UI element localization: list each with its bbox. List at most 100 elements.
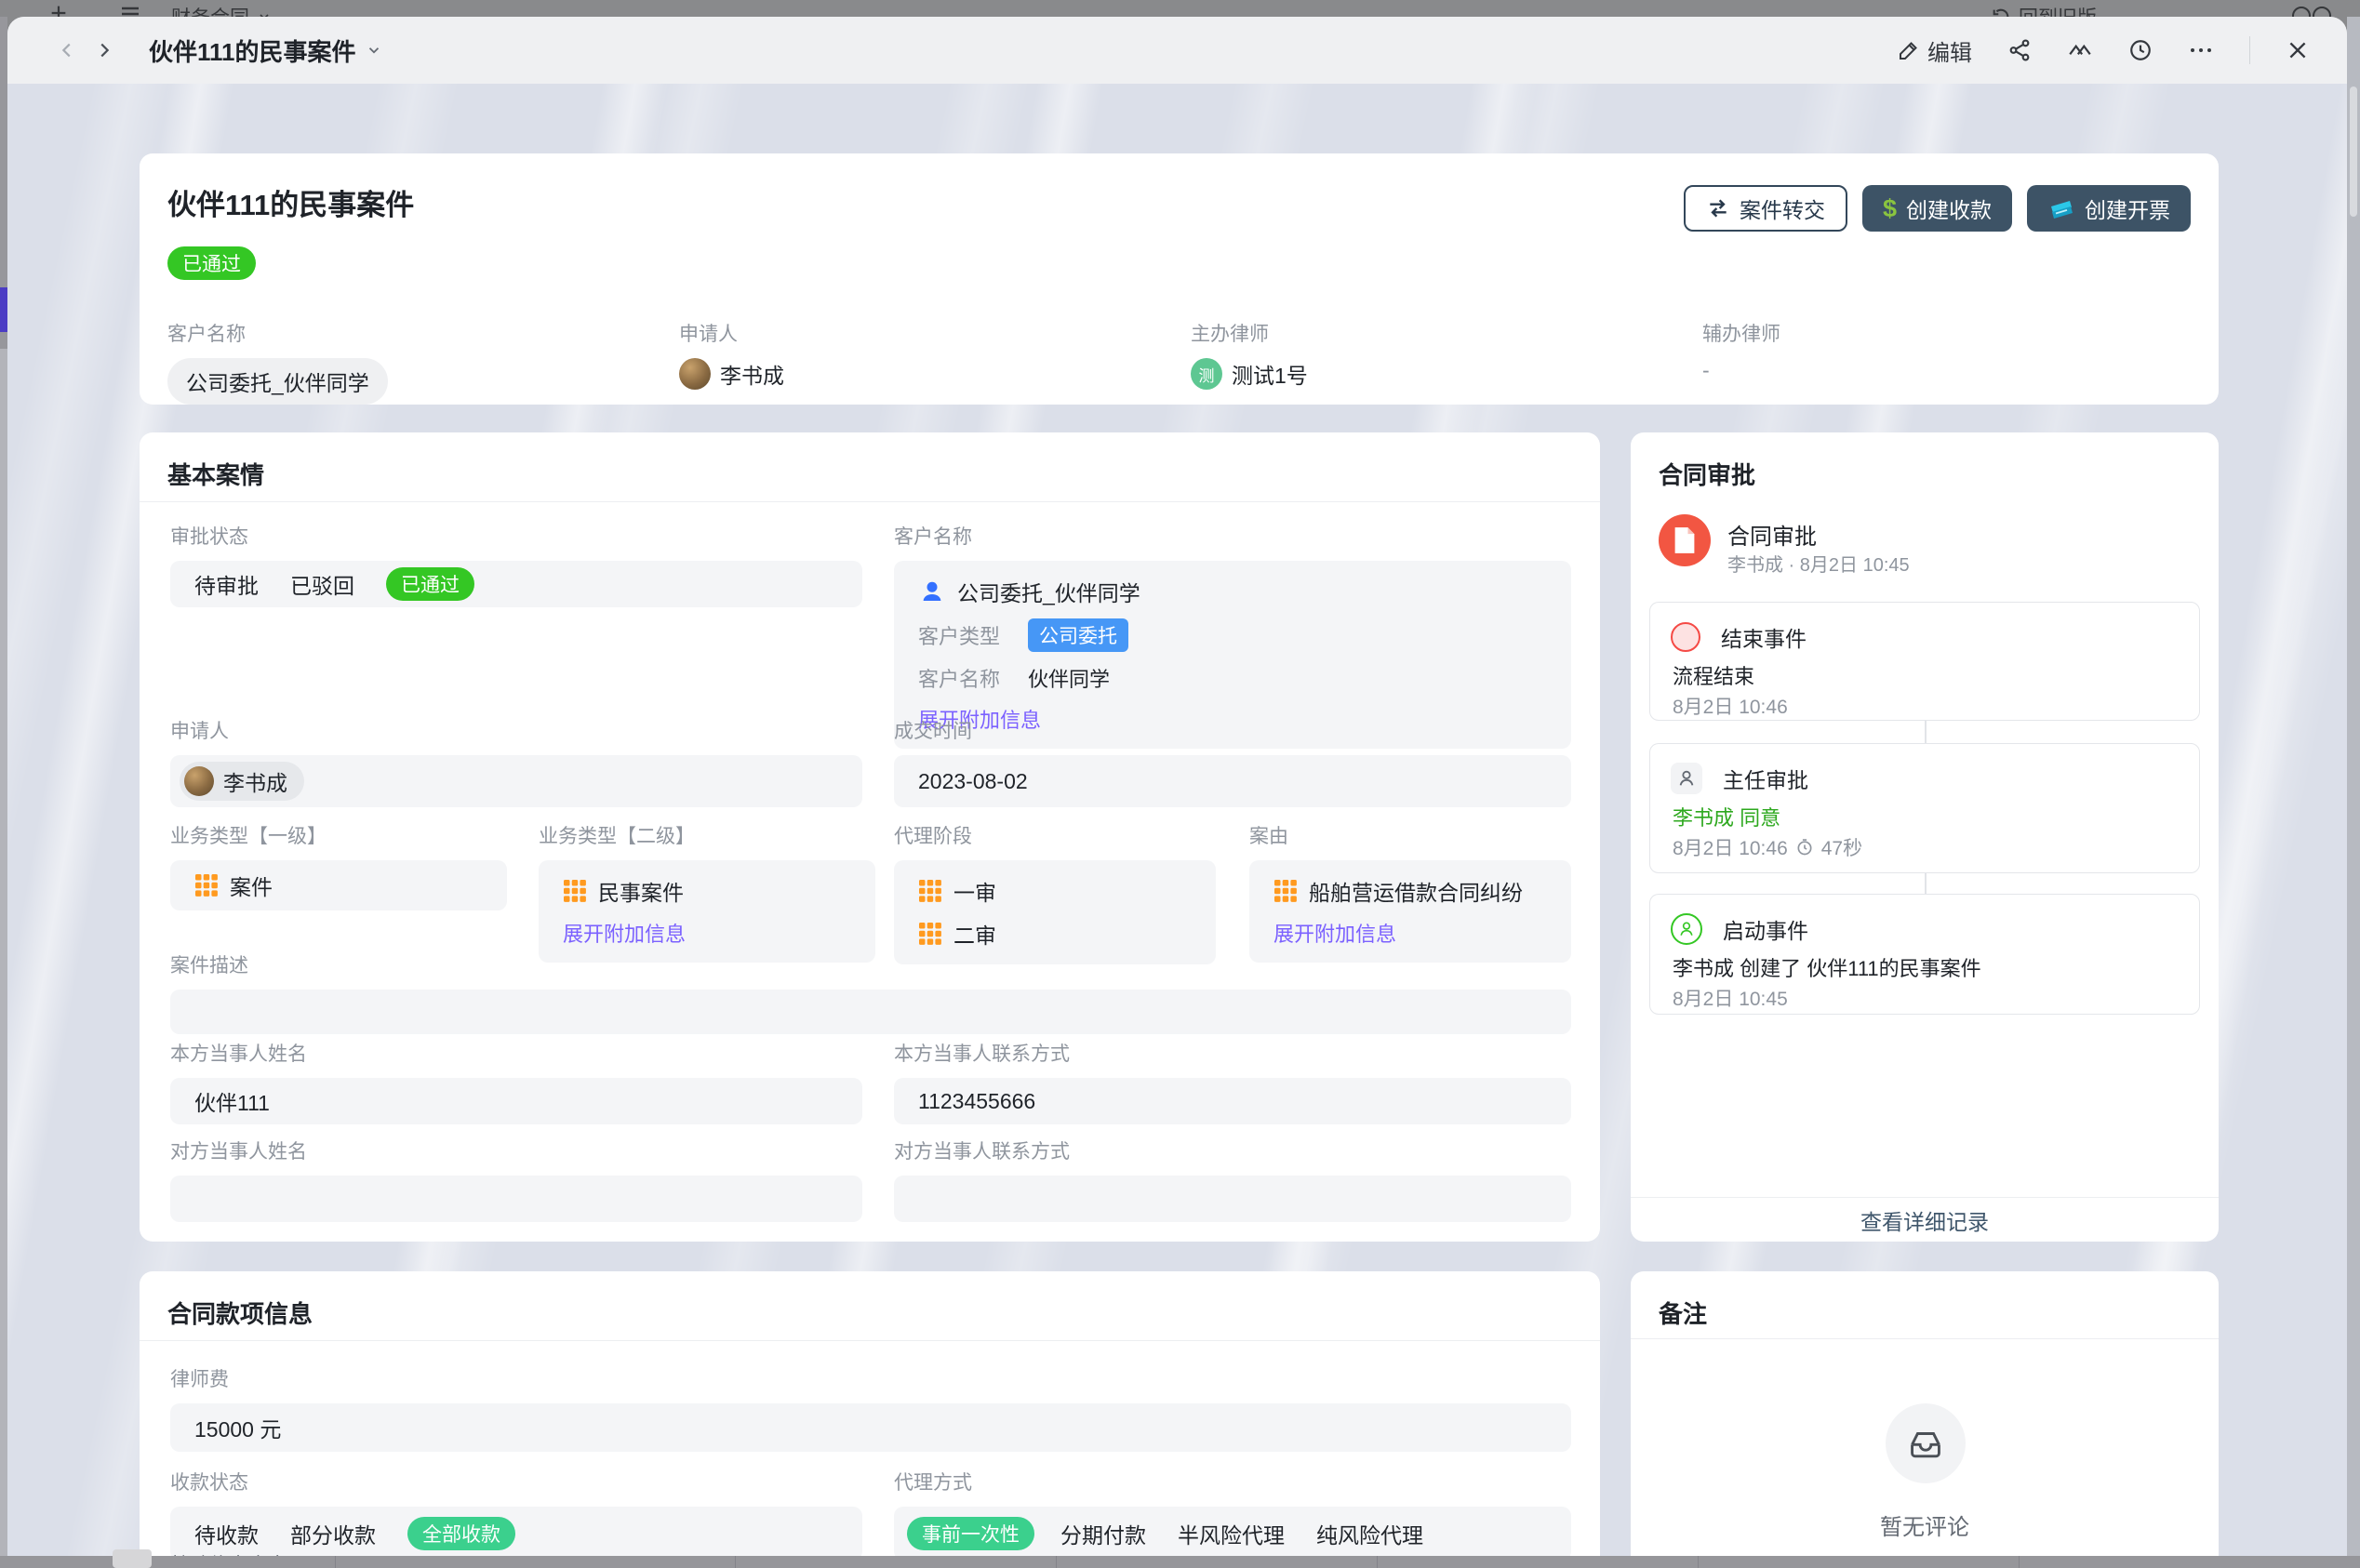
grid-icon xyxy=(563,879,587,903)
contract-doc-icon xyxy=(1659,514,1711,566)
timeline-connector xyxy=(1925,721,1927,743)
case-detail-modal: 伙伴111的民事案件 编辑 xyxy=(7,17,2347,1568)
expand-info-link[interactable]: 展开附加信息 xyxy=(563,918,686,948)
case-transfer-button[interactable]: 案件转交 xyxy=(1684,185,1847,232)
field-biz-type-2: 业务类型【二级】 民事案件 展开附加信息 xyxy=(539,821,875,963)
history-clock-icon[interactable] xyxy=(2128,38,2153,62)
underlying-left-rail xyxy=(0,17,7,1568)
create-invoice-label: 创建开票 xyxy=(2085,193,2170,224)
approval-item-title[interactable]: 合同审批 xyxy=(1727,518,1817,551)
field-cause: 案由 船舶营运借款合同纠纷 展开附加信息 xyxy=(1249,821,1571,963)
close-icon[interactable] xyxy=(2286,38,2310,62)
stage-item-2[interactable]: 二审 xyxy=(918,918,996,950)
new-tab-icon[interactable] xyxy=(48,3,69,17)
biz1-item[interactable]: 案件 xyxy=(194,870,273,901)
workspace-tab-label: 财务合同 xyxy=(171,3,249,17)
back-arrow-icon[interactable] xyxy=(48,32,86,69)
section-divider xyxy=(1631,1338,2219,1339)
option-pending[interactable]: 待审批 xyxy=(194,568,259,600)
view-detail-records-link[interactable]: 查看详细记录 xyxy=(1631,1197,2219,1242)
back-to-old-label: 回到旧版 xyxy=(2019,3,2097,17)
revert-icon xyxy=(1991,7,2011,17)
more-options-icon[interactable] xyxy=(2188,38,2214,62)
invoice-ticket-icon xyxy=(2047,195,2075,221)
modal-title: 伙伴111的民事案件 xyxy=(149,33,356,68)
field-deal-time: 成交时间 2023-08-02 xyxy=(894,716,1571,807)
field-lawyer-fee: 律师费 15000 元 xyxy=(170,1364,1571,1452)
share-icon[interactable] xyxy=(2007,38,2032,62)
field-payment-status: 收款状态 待收款 部分收款 全部收款 xyxy=(170,1468,862,1561)
workflow-icon[interactable] xyxy=(2067,38,2093,62)
workspace-tab[interactable]: 财务合同 xyxy=(171,3,272,17)
underlying-bottom-widget xyxy=(113,1549,152,1568)
stopwatch-icon xyxy=(1795,838,1814,857)
option-semi-risk[interactable]: 半风险代理 xyxy=(1178,1518,1285,1549)
approval-panel-title: 合同审批 xyxy=(1659,457,1755,491)
titlebar-divider xyxy=(2249,36,2250,64)
lawyer-avatar: 测 xyxy=(1191,358,1222,390)
customer-type-row: 客户类型 公司委托 xyxy=(918,618,1128,652)
person-icon xyxy=(1671,763,1702,794)
underlying-bottom-bar xyxy=(0,1556,2360,1568)
back-to-old-link[interactable]: 回到旧版 xyxy=(1991,3,2097,17)
create-invoice-button[interactable]: 创建开票 xyxy=(2027,185,2191,232)
title-caret-icon[interactable] xyxy=(366,42,382,59)
expand-info-link[interactable]: 展开附加信息 xyxy=(1273,918,1396,948)
basic-case-title: 基本案情 xyxy=(167,457,264,491)
option-awaiting-payment[interactable]: 待收款 xyxy=(194,1518,259,1549)
basic-case-card: 基本案情 审批状态 待审批 已驳回 已通过 客户名称 公司委托_伙伴同学 xyxy=(140,432,1600,1242)
option-rejected[interactable]: 已驳回 xyxy=(290,568,354,600)
timeline-event-director-approval[interactable]: 主任审批 李书成 同意 8月2日 10:46 47秒 xyxy=(1649,743,2200,873)
person-icon xyxy=(918,578,946,605)
field-agency-method: 代理方式 事前一次性 分期付款 半风险代理 纯风险代理 xyxy=(894,1468,1571,1561)
contract-payment-card: 合同款项信息 律师费 15000 元 收款状态 待收款 部分收款 全部收款 代理… xyxy=(140,1271,1600,1568)
customer-name-row[interactable]: 公司委托_伙伴同学 xyxy=(918,576,1140,607)
header-field-lead-lawyer: 主办律师 测测试1号 xyxy=(1191,319,1308,390)
approval-item-meta: 李书成 · 8月2日 10:45 xyxy=(1727,550,1910,577)
case-title: 伙伴111的民事案件 xyxy=(167,181,414,223)
field-opposing-party-name: 对方当事人姓名 xyxy=(170,1136,862,1222)
field-approval-status: 审批状态 待审批 已驳回 已通过 xyxy=(170,522,862,607)
underlying-right-rail xyxy=(2347,17,2360,1568)
option-partial-payment[interactable]: 部分收款 xyxy=(290,1518,376,1549)
customer-pill[interactable]: 公司委托_伙伴同学 xyxy=(167,358,388,405)
scrollbar-thumb[interactable] xyxy=(2350,86,2357,217)
option-upfront-selected[interactable]: 事前一次性 xyxy=(907,1517,1034,1550)
timeline-event-start[interactable]: 启动事件 李书成 创建了 伙伴111的民事案件 8月2日 10:45 xyxy=(1649,894,2200,1015)
field-customer-name: 客户名称 公司委托_伙伴同学 客户类型 公司委托 客户名称 伙伴同学 展开附加信… xyxy=(894,522,1571,749)
own-party-name-input[interactable]: 伙伴111 xyxy=(170,1078,862,1124)
header-field-assist-lawyer: 辅办律师 - xyxy=(1702,319,1780,383)
underlying-app-topbar: 财务合同 回到旧版 xyxy=(0,0,2360,17)
edit-button[interactable]: 编辑 xyxy=(1898,34,1972,67)
empty-inbox-icon xyxy=(1886,1403,1966,1483)
field-agency-stage: 代理阶段 一审 二审 xyxy=(894,821,1216,964)
option-pure-risk[interactable]: 纯风险代理 xyxy=(1316,1518,1423,1549)
lawyer-fee-input[interactable]: 15000 元 xyxy=(170,1403,1571,1452)
timeline-connector xyxy=(1925,873,1927,894)
biz2-item[interactable]: 民事案件 xyxy=(563,875,684,907)
field-opposing-party-contact: 对方当事人联系方式 xyxy=(894,1136,1571,1222)
option-full-payment-selected[interactable]: 全部收款 xyxy=(407,1517,515,1550)
field-applicant: 申请人 李书成 xyxy=(170,716,862,807)
header-field-customer: 客户名称 公司委托_伙伴同学 xyxy=(167,319,388,405)
menu-icon[interactable] xyxy=(119,3,141,17)
create-receipt-button[interactable]: $ 创建收款 xyxy=(1862,185,2012,232)
edit-label: 编辑 xyxy=(1927,34,1972,67)
case-header-card: 伙伴111的民事案件 已通过 案件转交 $ 创建收款 创建开票 客户名称 xyxy=(140,153,2219,405)
opposing-party-contact-input[interactable] xyxy=(894,1176,1571,1222)
create-receipt-label: 创建收款 xyxy=(1906,193,1992,224)
case-description-input[interactable] xyxy=(170,990,1571,1034)
timeline-event-end[interactable]: 结束事件 流程结束 8月2日 10:46 xyxy=(1649,602,2200,721)
pencil-icon xyxy=(1898,39,1920,61)
option-installment[interactable]: 分期付款 xyxy=(1060,1518,1146,1549)
grid-icon xyxy=(918,879,942,903)
modal-content: 伙伴111的民事案件 已通过 案件转交 $ 创建收款 创建开票 客户名称 xyxy=(7,84,2347,1568)
own-party-contact-input[interactable]: 1123455666 xyxy=(894,1078,1571,1124)
forward-arrow-icon[interactable] xyxy=(86,32,123,69)
opposing-party-name-input[interactable] xyxy=(170,1176,862,1222)
cause-item[interactable]: 船舶营运借款合同纠纷 xyxy=(1273,875,1523,907)
user-avatars-partial[interactable] xyxy=(2290,3,2333,17)
stage-item-1[interactable]: 一审 xyxy=(918,875,996,907)
applicant-pill[interactable]: 李书成 xyxy=(180,762,304,801)
option-approved-selected[interactable]: 已通过 xyxy=(386,567,474,601)
